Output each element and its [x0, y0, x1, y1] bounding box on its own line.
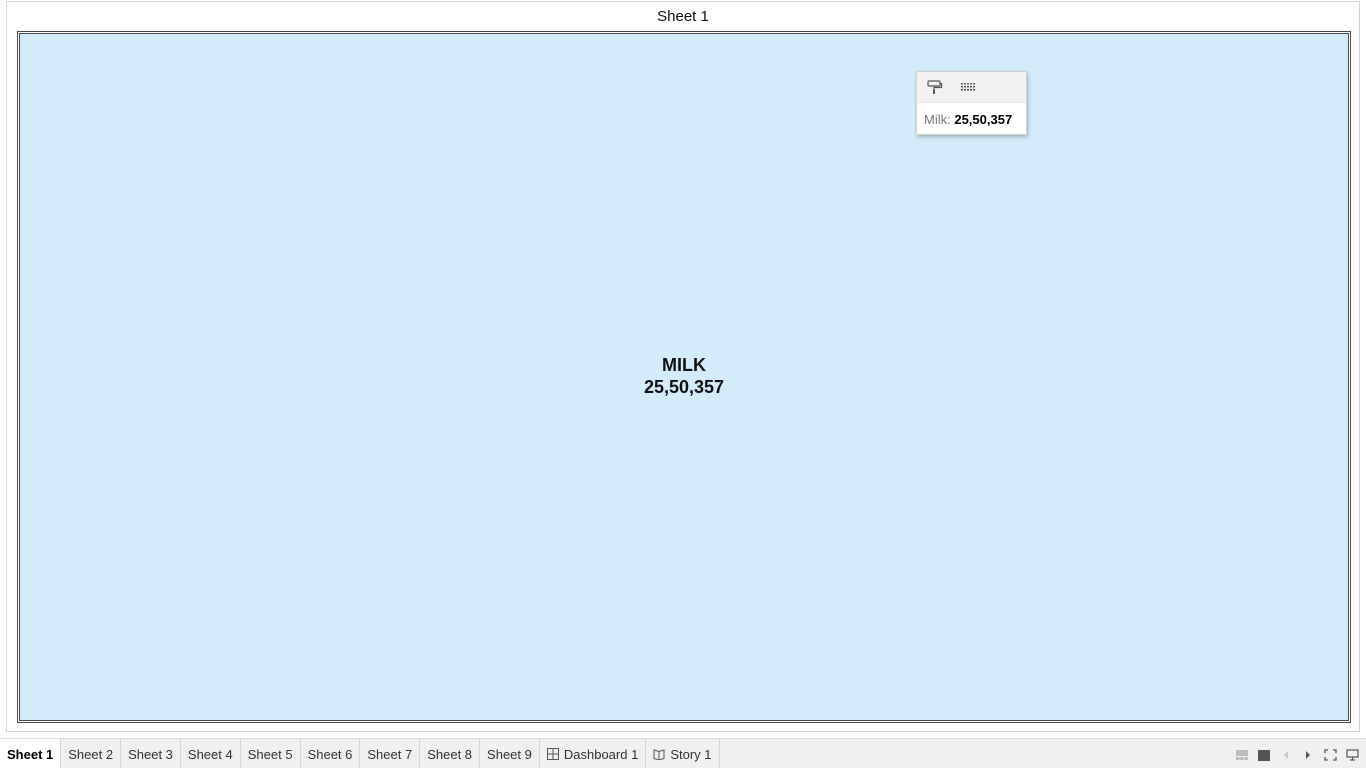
dashboard-icon	[546, 748, 559, 760]
tab-sheet-7[interactable]: Sheet 7	[360, 739, 421, 768]
tab-label: Sheet 5	[247, 746, 293, 762]
presentation-mode-icon[interactable]	[1344, 747, 1360, 763]
tab-label: Sheet 3	[128, 746, 173, 762]
tab-label: Sheet 2	[68, 746, 114, 762]
viz-area: MILK 25,50,357	[17, 31, 1351, 723]
format-painter-icon[interactable]	[925, 79, 943, 95]
worksheet-frame: Sheet 1 MILK 25,50,357	[6, 1, 1360, 732]
tab-sheet-8[interactable]: Sheet 8	[420, 739, 481, 768]
tab-label: Sheet 6	[307, 746, 353, 762]
workbook-viewer: Sheet 1 MILK 25,50,357 Milk: 25,50,357 S…	[0, 0, 1366, 768]
tooltip-toolbar	[917, 72, 1026, 103]
tab-sheet-3[interactable]: Sheet 3	[121, 739, 181, 768]
tab-label: Story 1	[670, 746, 712, 762]
previous-icon[interactable]	[1278, 747, 1294, 763]
tab-sheet-5[interactable]: Sheet 5	[241, 739, 301, 768]
tooltip-label: Milk:	[924, 112, 951, 127]
tab-sheet-2[interactable]: Sheet 2	[61, 739, 122, 768]
tooltip-body: Milk: 25,50,357	[917, 103, 1026, 127]
tab-sheet-1[interactable]: Sheet 1	[0, 739, 62, 768]
tab-label: Sheet 8	[427, 746, 473, 762]
tab-sheet-9[interactable]: Sheet 9	[480, 739, 540, 768]
sheet-tabs: Sheet 1 Sheet 2 Sheet 3 Sheet 4 Sheet 5 …	[0, 739, 720, 768]
fullscreen-icon[interactable]	[1322, 747, 1338, 763]
next-icon[interactable]	[1300, 747, 1316, 763]
mark-value-label: 25,50,357	[643, 377, 725, 397]
tooltip-value: 25,50,357	[954, 112, 1013, 127]
tab-dashboard-1[interactable]: Dashboard 1	[540, 739, 647, 768]
tab-label: Sheet 1	[7, 746, 54, 762]
view-data-icon[interactable]	[959, 79, 977, 95]
story-icon	[653, 748, 665, 760]
treemap-mark-milk[interactable]: MILK 25,50,357	[19, 33, 1349, 721]
tab-label: Sheet 9	[487, 746, 532, 762]
sheet-tab-bar: Sheet 1 Sheet 2 Sheet 3 Sheet 4 Sheet 5 …	[0, 738, 1366, 768]
tab-label: Sheet 4	[187, 746, 233, 762]
sheet-title: Sheet 1	[657, 8, 709, 25]
tab-sheet-4[interactable]: Sheet 4	[181, 739, 241, 768]
tab-label: Sheet 7	[367, 746, 413, 762]
tabs-view-icon[interactable]	[1256, 747, 1272, 763]
tab-sheet-6[interactable]: Sheet 6	[301, 739, 361, 768]
tooltip: Milk: 25,50,357	[916, 71, 1027, 135]
mark-category-label: MILK	[662, 355, 706, 375]
tab-story-1[interactable]: Story 1	[646, 739, 720, 768]
view-controls	[1228, 747, 1360, 763]
mark-label: MILK 25,50,357	[20, 354, 1348, 398]
tab-label: Dashboard 1	[563, 746, 639, 762]
filmstrip-view-icon[interactable]	[1234, 747, 1250, 763]
